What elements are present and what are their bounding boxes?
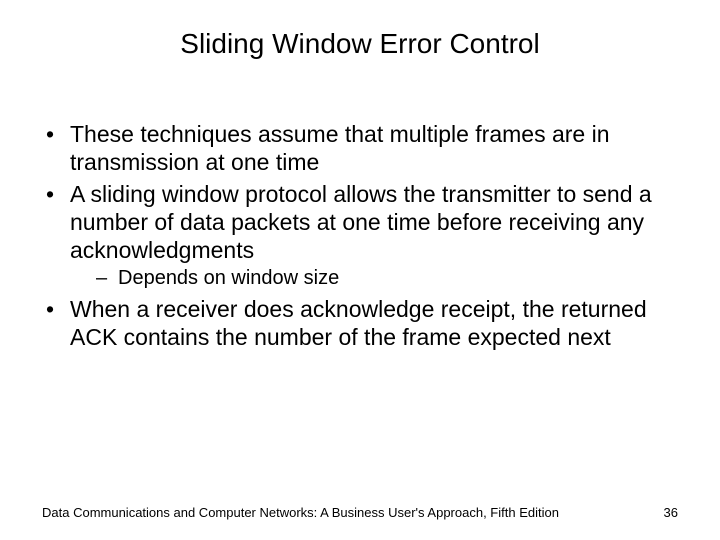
- bullet-item: A sliding window protocol allows the tra…: [42, 180, 678, 291]
- footer-page-number: 36: [664, 505, 678, 520]
- slide: Sliding Window Error Control These techn…: [0, 0, 720, 540]
- sub-bullet-list: Depends on window size: [70, 266, 678, 290]
- bullet-item: When a receiver does acknowledge receipt…: [42, 295, 678, 351]
- sub-bullet-item: Depends on window size: [70, 266, 678, 290]
- slide-title: Sliding Window Error Control: [0, 28, 720, 60]
- bullet-list: These techniques assume that multiple fr…: [42, 120, 678, 351]
- bullet-text: When a receiver does acknowledge receipt…: [70, 296, 647, 350]
- sub-bullet-text: Depends on window size: [118, 267, 339, 289]
- footer-source: Data Communications and Computer Network…: [42, 505, 559, 520]
- bullet-item: These techniques assume that multiple fr…: [42, 120, 678, 176]
- slide-footer: Data Communications and Computer Network…: [42, 505, 678, 520]
- bullet-text: These techniques assume that multiple fr…: [70, 121, 610, 175]
- bullet-text: A sliding window protocol allows the tra…: [70, 181, 652, 263]
- slide-body: These techniques assume that multiple fr…: [42, 120, 678, 355]
